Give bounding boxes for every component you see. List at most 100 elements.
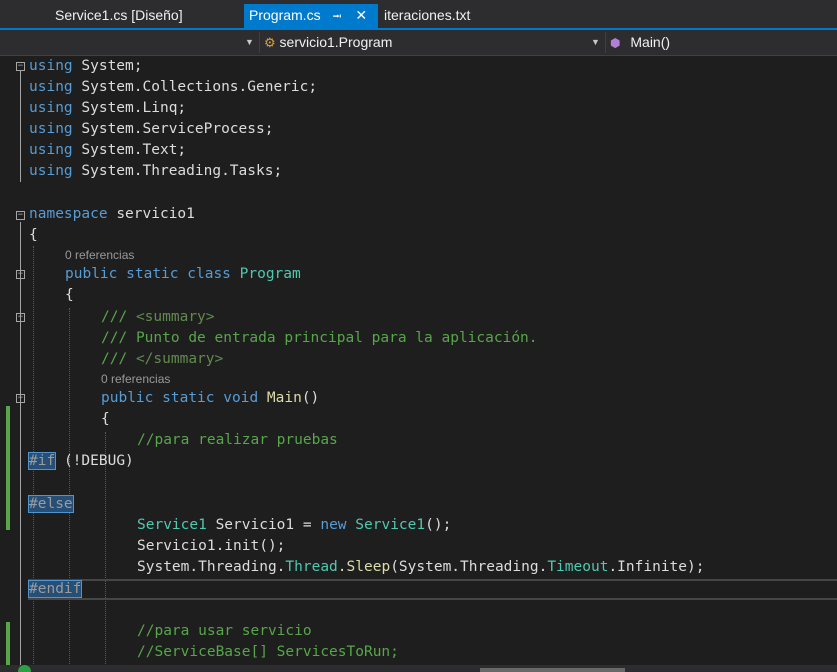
keyword-using: using: [29, 58, 73, 74]
brace: {: [101, 411, 110, 427]
member-ref: .Infinite);: [608, 559, 704, 575]
xml-doc-text: Punto de entrada principal para la aplic…: [136, 330, 538, 346]
code-line: /// <summary>: [101, 307, 215, 328]
keyword-void: void: [223, 390, 258, 406]
call-end: ();: [425, 517, 451, 533]
keyword-class: class: [187, 266, 231, 282]
using-target: System.Collections.Generic;: [81, 79, 317, 95]
close-icon[interactable]: ✕: [355, 4, 367, 26]
keyword-namespace: namespace: [29, 206, 108, 222]
code-line: using System.Linq;: [29, 98, 186, 119]
outline-line: [20, 222, 21, 672]
horizontal-scrollbar[interactable]: [480, 668, 625, 672]
outline-line: [20, 71, 21, 182]
code-line: //para realizar pruebas: [137, 430, 338, 451]
navigation-bar: ▼ ⚙ servicio1.Program ▼ ⬢ Main(): [0, 30, 837, 56]
preprocessor-if: #if: [29, 453, 55, 469]
tab-program-cs-label: Program.cs: [244, 7, 321, 23]
member-dropdown-value: Main(): [630, 34, 670, 50]
member-dropdown[interactable]: ⬢ Main(): [610, 32, 837, 53]
type-name: Service1: [355, 517, 425, 533]
code-editor[interactable]: − − − − − using System; using System.Col…: [0, 56, 837, 672]
xml-doc-tag: <summary>: [136, 309, 215, 325]
preprocessor-condition: (!DEBUG): [64, 453, 134, 469]
method-name: Main: [267, 390, 302, 406]
tab-service1-design[interactable]: Service1.cs [Diseño]: [55, 4, 183, 28]
parens: (): [302, 390, 319, 406]
xml-doc-prefix: ///: [101, 351, 127, 367]
code-line: using System.Text;: [29, 140, 186, 161]
method-name: .Sleep: [338, 559, 390, 575]
code-line: using System.Collections.Generic;: [29, 77, 317, 98]
chevron-down-icon: ▼: [245, 32, 254, 53]
class-dropdown[interactable]: ⚙ servicio1.Program ▼: [264, 32, 604, 53]
code-line: /// </summary>: [101, 349, 223, 370]
xml-doc-prefix: ///: [101, 330, 127, 346]
preprocessor-else: #else: [29, 496, 73, 512]
xml-doc-tag: </summary>: [136, 351, 223, 367]
namespace-name: servicio1: [116, 206, 195, 222]
using-target: System;: [81, 58, 142, 74]
code-line: using System.Threading.Tasks;: [29, 161, 282, 182]
tab-program-cs[interactable]: Program.cs ⭲ ✕: [244, 4, 378, 28]
keyword-using: using: [29, 121, 73, 137]
keyword-using: using: [29, 79, 73, 95]
comment: //para usar servicio: [137, 623, 312, 639]
namespace-ref: System.Threading.: [137, 559, 285, 575]
code-line: {: [65, 285, 74, 306]
method-cube-icon: ⬢: [610, 36, 620, 50]
variable-declaration: Servicio1 =: [216, 517, 312, 533]
codelens-references[interactable]: 0 referencias: [65, 248, 134, 262]
keyword-static: static: [126, 266, 178, 282]
brace: {: [65, 287, 74, 303]
collapse-icon[interactable]: −: [16, 211, 25, 220]
project-dropdown[interactable]: ▼: [0, 32, 258, 53]
class-dropdown-value: servicio1.Program: [280, 34, 393, 50]
type-name: Timeout: [547, 559, 608, 575]
code-line: #if (!DEBUG): [29, 451, 134, 472]
current-line-highlight: [28, 579, 837, 600]
namespace-ref: (System.Threading.: [390, 559, 547, 575]
comment: //ServiceBase[] ServicesToRun;: [137, 644, 399, 660]
indent-guide: [69, 308, 70, 672]
class-icon: ⚙: [264, 35, 276, 50]
using-target: System.Linq;: [81, 100, 186, 116]
keyword-using: using: [29, 100, 73, 116]
keyword-using: using: [29, 142, 73, 158]
keyword-public: public: [65, 266, 117, 282]
method-call: Servicio1.init();: [137, 538, 285, 554]
tab-iteraciones-txt[interactable]: iteraciones.txt: [384, 4, 470, 28]
codelens-references[interactable]: 0 referencias: [101, 372, 170, 386]
code-line: Service1 Servicio1 = new Service1();: [137, 515, 451, 536]
chevron-down-icon: ▼: [591, 32, 600, 53]
type-name: Thread: [285, 559, 337, 575]
code-line: System.Threading.Thread.Sleep(System.Thr…: [137, 557, 704, 578]
preprocessor-endif: #endif: [29, 581, 81, 597]
brace: {: [29, 227, 38, 243]
code-line: {: [29, 225, 38, 246]
keyword-public: public: [101, 390, 153, 406]
editor-status-strip: [0, 665, 837, 672]
code-line: using System;: [29, 56, 143, 77]
code-line: namespace servicio1: [29, 204, 195, 225]
keyword-using: using: [29, 163, 73, 179]
comment: //para realizar pruebas: [137, 432, 338, 448]
collapse-icon[interactable]: −: [16, 394, 25, 403]
class-name: Program: [240, 266, 301, 282]
code-line: Servicio1.init();: [137, 536, 285, 557]
collapse-icon[interactable]: −: [16, 62, 25, 71]
code-line: using System.ServiceProcess;: [29, 119, 273, 140]
check-circle-icon[interactable]: [18, 665, 31, 672]
collapse-icon[interactable]: −: [16, 270, 25, 279]
using-target: System.Text;: [81, 142, 186, 158]
navbar-divider: [605, 32, 606, 53]
code-line: //para usar servicio: [137, 621, 312, 642]
collapse-icon[interactable]: −: [16, 313, 25, 322]
code-line: public static class Program: [65, 264, 301, 285]
code-line: {: [101, 409, 110, 430]
keyword-new: new: [320, 517, 346, 533]
pin-icon[interactable]: ⭲: [332, 5, 341, 27]
code-line: /// Punto de entrada principal para la a…: [101, 328, 538, 349]
code-line: //ServiceBase[] ServicesToRun;: [137, 642, 399, 663]
code-line: #endif: [29, 579, 81, 600]
